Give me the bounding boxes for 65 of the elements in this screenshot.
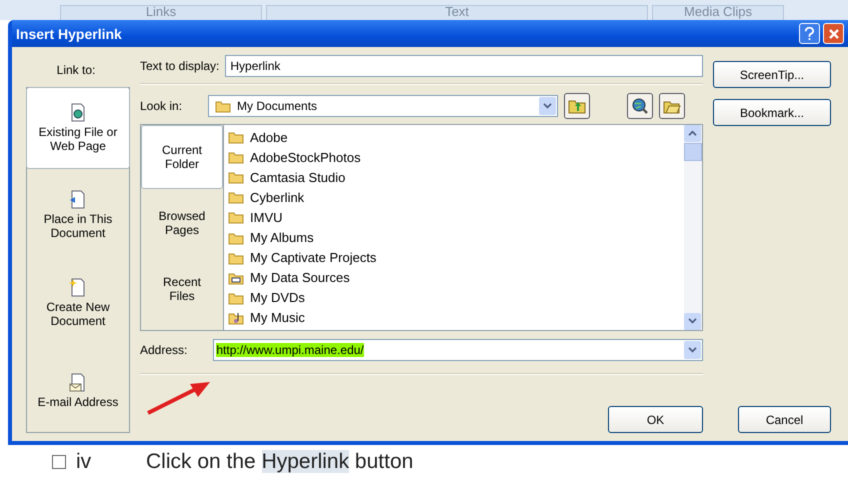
globe-magnifier-icon <box>631 97 650 115</box>
browse-file-button[interactable] <box>659 93 686 119</box>
file-list-item[interactable]: Camtasia Studio <box>250 170 346 185</box>
browse-web-button[interactable] <box>627 93 654 119</box>
file-list-item[interactable]: Adobe <box>250 130 288 145</box>
cancel-button[interactable]: Cancel <box>738 406 831 433</box>
ok-button[interactable]: OK <box>608 406 703 433</box>
address-label: Address: <box>140 343 188 357</box>
close-button[interactable] <box>823 23 844 44</box>
folder-icon <box>228 170 244 184</box>
file-list-item[interactable]: My Captivate Projects <box>250 250 376 266</box>
help-button[interactable] <box>799 23 820 44</box>
folder-icon <box>228 190 244 204</box>
file-list-item[interactable]: My Data Sources <box>250 270 350 286</box>
file-list-item[interactable]: AdobeStockPhotos <box>250 150 361 165</box>
text-to-display-field[interactable]: Hyperlink <box>225 55 703 77</box>
file-list-item[interactable]: My Music <box>250 310 305 326</box>
link-type-button[interactable]: E-mail Address <box>27 350 129 432</box>
chevron-down-icon <box>688 346 697 354</box>
places-tab[interactable]: Current Folder <box>141 125 223 189</box>
data-source-folder-icon <box>228 270 244 285</box>
file-list-item[interactable]: IMVU <box>250 210 282 225</box>
scroll-up-button[interactable] <box>684 125 701 142</box>
dropdown-button[interactable] <box>539 97 556 115</box>
folder-icon <box>228 230 244 245</box>
look-in-dropdown[interactable]: My Documents <box>208 95 558 117</box>
scrollbar-thumb[interactable] <box>684 143 702 161</box>
scrollbar[interactable] <box>684 125 702 330</box>
folder-icon <box>228 250 244 265</box>
folder-icon <box>228 130 244 144</box>
places-tab[interactable]: Browsed Pages <box>141 191 223 255</box>
folder-icon <box>228 150 244 164</box>
folder-icon <box>228 210 244 224</box>
side-button[interactable]: ScreenTip... <box>713 61 831 88</box>
side-button[interactable]: Bookmark... <box>713 99 831 126</box>
document-globe-icon <box>69 103 87 123</box>
bullet-handle-icon <box>52 455 66 469</box>
text-to-display-label: Text to display: <box>140 59 220 73</box>
scroll-down-button[interactable] <box>684 313 701 330</box>
new-document-icon <box>69 278 87 298</box>
chevron-down-icon <box>543 102 552 110</box>
look-in-label: Look in: <box>140 99 182 113</box>
file-list-item[interactable]: Cyberlink <box>250 190 304 205</box>
up-folder-button[interactable] <box>564 93 590 119</box>
link-type-button[interactable]: Create New Document <box>27 262 129 344</box>
instruction-text: Click on the Hyperlink button <box>146 450 414 474</box>
question-mark-icon <box>804 26 815 40</box>
link-type-button[interactable]: Place in This Document <box>27 174 129 256</box>
address-field[interactable]: http://www.umpi.maine.edu/ <box>213 339 703 361</box>
dropdown-button[interactable] <box>684 341 701 359</box>
folder-up-icon <box>568 98 586 114</box>
file-list-item[interactable]: My DVDs <box>250 290 305 306</box>
list-number: iv <box>76 450 92 474</box>
folder-icon <box>215 99 232 113</box>
chevron-up-icon <box>688 130 697 137</box>
document-envelope-icon <box>69 373 87 393</box>
close-icon <box>828 28 840 40</box>
link-type-button[interactable]: Existing File or Web Page <box>26 87 130 169</box>
places-tab[interactable]: Recent Files <box>141 257 223 321</box>
file-list-item[interactable]: My Albums <box>250 230 314 246</box>
folder-icon <box>228 290 244 305</box>
link-to-label: Link to: <box>56 63 96 77</box>
chevron-down-icon <box>688 318 697 325</box>
music-folder-icon <box>228 310 244 325</box>
window-title: Insert Hyperlink <box>16 26 123 42</box>
